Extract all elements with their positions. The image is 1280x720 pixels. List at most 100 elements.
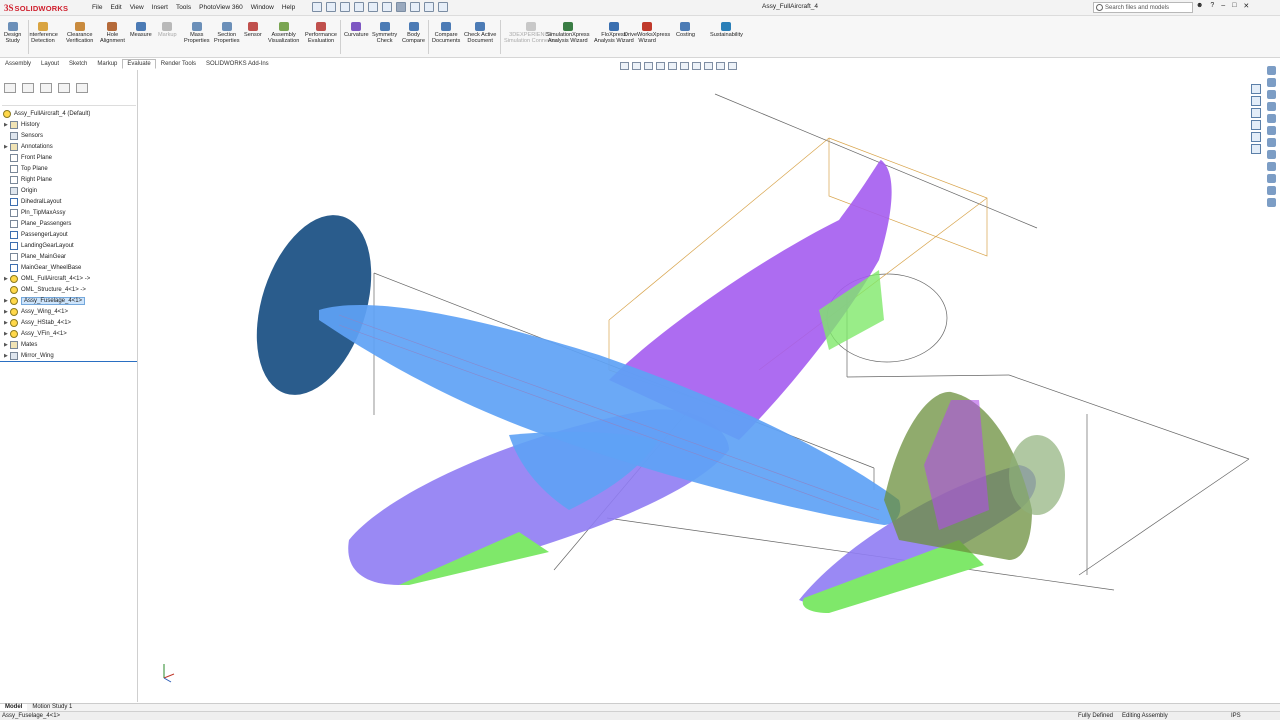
tree-item[interactable]: PassengerLayout [4,229,68,240]
tree-item[interactable]: DihedralLayout [4,196,61,207]
new-icon[interactable] [326,2,336,12]
tree-item[interactable]: ▶ Assy_Wing_4<1> [4,306,68,317]
task-icon-9[interactable] [1267,162,1276,171]
tree-item[interactable]: ▶ Mirror_Wing [4,350,54,361]
menu-window[interactable]: Window [247,3,278,13]
display-style-icon[interactable] [680,62,689,70]
ribbon-tool-9[interactable]: Assembly Visualization [268,22,299,45]
appearances-icon[interactable] [1267,66,1276,75]
minimize-icon[interactable]: – [1221,2,1225,10]
save-icon[interactable] [354,2,364,12]
file-properties-icon[interactable] [424,2,434,12]
task-icon-8[interactable] [1267,150,1276,159]
property-manager-tab-icon[interactable] [22,83,34,93]
configuration-tab-icon[interactable] [40,83,52,93]
apply-scene-icon[interactable] [716,62,725,70]
tab-sketch[interactable]: Sketch [64,59,92,69]
tree-item[interactable]: ▶ Assy_VFin_4<1> [4,328,67,339]
tree-item[interactable]: Right Plane [4,174,52,185]
menu-photoview[interactable]: PhotoView 360 [195,3,247,13]
tree-item[interactable]: Pln_TipMaxAssy [4,207,65,218]
view-orientation-icon[interactable] [668,62,677,70]
tab-markup[interactable]: Markup [92,59,122,69]
tab-layout[interactable]: Layout [36,59,64,69]
ribbon-tool-7[interactable]: Section Properties [214,22,240,45]
home-view-icon[interactable] [1251,84,1261,94]
help-icon[interactable]: ? [1210,2,1214,10]
tab-render-tools[interactable]: Render Tools [156,59,201,69]
tab-motion-study[interactable]: Motion Study 1 [27,704,77,711]
tab-solidworks-add-ins[interactable]: SOLIDWORKS Add-Ins [201,59,274,69]
menu-tools[interactable]: Tools [172,3,195,13]
toolbox-icon[interactable] [1267,78,1276,87]
ribbon-tool-2[interactable]: Clearance Verification [66,22,93,45]
tree-item[interactable]: LandingGearLayout [4,240,74,251]
status-units[interactable]: IPS [1231,713,1241,719]
hide-show-items-icon[interactable] [692,62,701,70]
tree-root[interactable]: Assy_FullAircraft_4 (Default) [3,108,90,119]
tree-item[interactable]: OML_Structure_4<1> -> [4,284,86,295]
tree-item[interactable]: ▶ Annotations [4,141,53,152]
task-icon-11[interactable] [1267,186,1276,195]
rebuild-icon[interactable] [410,2,420,12]
ribbon-tool-21[interactable]: Sustainability [710,22,743,38]
ribbon-tool-17[interactable]: SimulationXpress Analysis Wizard [546,22,590,45]
undo-icon[interactable] [382,2,392,12]
solidworks-resources-icon[interactable] [1267,102,1276,111]
tree-item[interactable]: ▶ Assy_HStab_4<1> [4,317,71,328]
tree-item[interactable]: ▶ Mates [4,339,37,350]
task-icon-10[interactable] [1267,174,1276,183]
feature-tree-tab-icon[interactable] [4,83,16,93]
tab-evaluate[interactable]: Evaluate [122,59,156,69]
close-icon[interactable]: ✕ [1243,2,1249,10]
view-palette-icon[interactable] [1251,132,1261,142]
file-explorer-icon[interactable] [1251,120,1261,130]
tree-item[interactable]: Sensors [4,130,43,141]
dimxpert-tab-icon[interactable] [58,83,70,93]
ribbon-tool-1[interactable]: Interference Detection [28,22,58,45]
filter-bar[interactable] [2,99,136,106]
design-library-icon[interactable] [1251,108,1261,118]
menu-insert[interactable]: Insert [148,3,172,13]
ribbon-tool-0[interactable]: Design Study [4,22,21,45]
ribbon-tool-5[interactable]: Markup [158,22,177,38]
aircraft-model[interactable] [139,70,1263,702]
search-box[interactable]: Search files and models [1093,2,1193,13]
ribbon-tool-12[interactable]: Symmetry Check [372,22,397,45]
ribbon-tool-11[interactable]: Curvature [344,22,369,38]
restore-icon[interactable]: □ [1232,2,1236,10]
menu-help[interactable]: Help [278,3,299,13]
zoom-to-fit-icon[interactable] [620,62,629,70]
tree-item[interactable]: Top Plane [4,163,48,174]
tree-item[interactable]: ▶ OML_FullAircraft_4<1> -> [4,273,90,284]
tree-item[interactable]: Plane_MainGear [4,251,66,262]
ribbon-tool-3[interactable]: Hole Alignment [100,22,125,45]
ribbon-tool-15[interactable]: Check Active Document [464,22,496,45]
task-icon-12[interactable] [1267,198,1276,207]
menu-view[interactable]: View [126,3,148,13]
tree-item[interactable]: Front Plane [4,152,52,163]
zoom-to-area-icon[interactable] [632,62,641,70]
tab-assembly[interactable]: Assembly [0,59,36,69]
home-icon[interactable] [312,2,322,12]
tree-item[interactable]: Plane_Passengers [4,218,71,229]
options-icon[interactable] [438,2,448,12]
ribbon-tool-14[interactable]: Compare Documents [432,22,460,45]
open-icon[interactable] [340,2,350,12]
ribbon-tool-4[interactable]: Measure [130,22,152,38]
select-icon[interactable] [396,2,406,12]
display-manager-tab-icon[interactable] [76,83,88,93]
rollback-bar[interactable] [0,361,137,362]
forum-icon[interactable] [1267,90,1276,99]
tree-item[interactable]: ▶ Assy_Fuselage_4<1> [4,295,86,306]
previous-view-icon[interactable] [644,62,653,70]
view-settings-icon[interactable] [728,62,737,70]
tree-item[interactable]: MainGear_WheelBase [4,262,81,273]
tree-item[interactable]: ▶ History [4,119,40,130]
ribbon-tool-20[interactable]: Costing [676,22,695,38]
custom-properties-icon[interactable] [1251,144,1261,154]
solidworks-logo[interactable]: 3S SOLIDWORKS [4,1,68,15]
ribbon-tool-19[interactable]: DriveWorksXpress Wizard [624,22,670,45]
edit-appearance-icon[interactable] [704,62,713,70]
section-view-icon[interactable] [656,62,665,70]
